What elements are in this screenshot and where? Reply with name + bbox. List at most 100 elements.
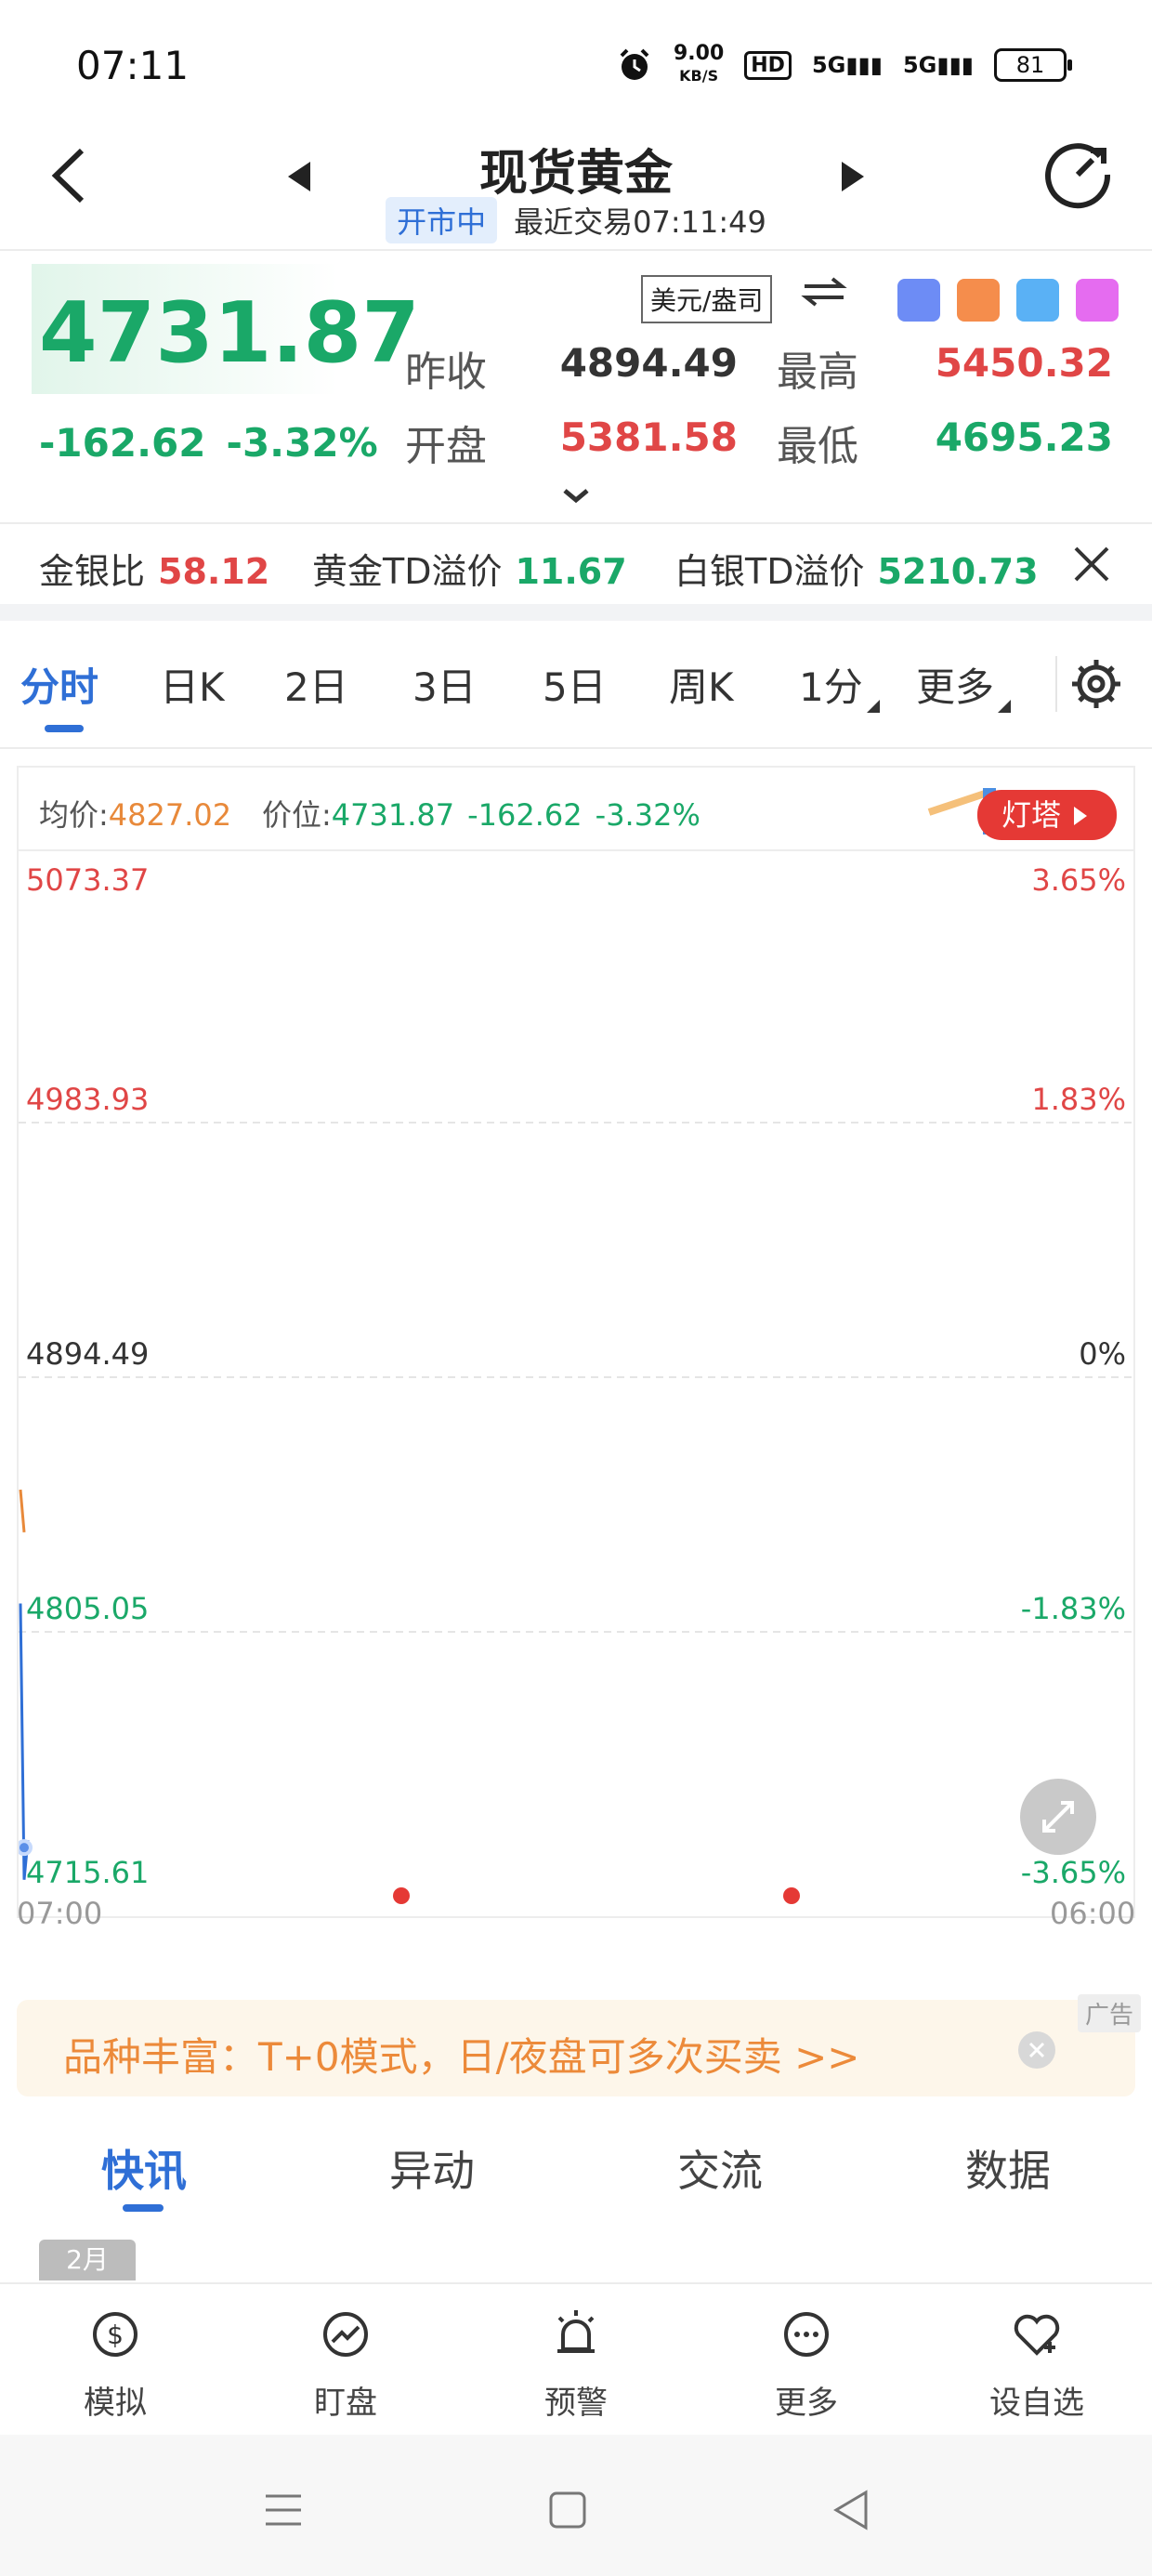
avg-line (19, 1489, 26, 1533)
chart-info-bar: 均价:4827.02 价位:4731.87 -162.62 -3.32% 灯塔 (17, 766, 1135, 849)
more-icon (784, 2312, 829, 2357)
tab-weekly-k[interactable]: 周K (669, 656, 734, 713)
price-chart: 5073.37 3.65% 4983.93 1.83% 4894.49 0% 4805.05… (19, 862, 1133, 1904)
period-tabs: 分时 日K 2日 3日 5日 周K 1分 更多 (0, 628, 1152, 740)
last-point (19, 1839, 33, 1857)
tab-2day[interactable]: 2日 (284, 656, 348, 713)
alarm-icon (557, 2310, 595, 2353)
low-value: 4695.23 (935, 414, 1113, 460)
tab-flash-news[interactable]: 快讯 (0, 2137, 288, 2199)
ratio-item[interactable]: 黄金TD溢价 11.67 (312, 543, 627, 594)
open-label: 开盘 (405, 423, 487, 470)
session-marker (783, 1887, 800, 1904)
y-tick-label-pct: -3.65% (1021, 1855, 1126, 1890)
trade-status-line: 开市中 最近交易07:11:49 (0, 197, 1152, 243)
nav-alert[interactable]: 预警 (461, 2305, 691, 2423)
promo-close-button[interactable] (1018, 2031, 1055, 2069)
month-chip: 2月 (39, 2240, 136, 2280)
change-value: -162.62 (39, 420, 206, 466)
expand-chevron-icon[interactable] (559, 485, 593, 507)
nav-simulate[interactable]: $ 模拟 (0, 2305, 230, 2423)
net-speed: 9.00 KB/S (673, 42, 725, 85)
tab-1min[interactable]: 1分 (799, 656, 880, 713)
tab-intraday[interactable]: 分时 (20, 656, 98, 713)
divider (0, 249, 1152, 251)
y-tick-label: 4715.61 (26, 1855, 149, 1890)
high-label: 最高 (777, 348, 858, 396)
x-tick-label-start: 07:00 (17, 1896, 103, 1931)
header: 现货黄金 开市中 最近交易07:11:49 (0, 130, 1152, 251)
nav-add-watchlist[interactable]: 设自选 (922, 2305, 1152, 2423)
active-tab-indicator (45, 725, 84, 732)
y-tick-label: 4805.05 (26, 1591, 149, 1626)
tab-data[interactable]: 数据 (864, 2137, 1152, 2199)
alarm-icon (620, 48, 649, 80)
tab-more[interactable]: 更多 (916, 656, 1012, 713)
target-tool-icon[interactable] (1076, 279, 1119, 322)
last-price: 4731.87 (39, 284, 420, 382)
y-tick-label-pct: 3.65% (1031, 862, 1126, 898)
svg-text:$: $ (107, 2320, 124, 2350)
price-plot: 5073.37 3.65% 4983.93 1.83% 4894.49 0% 4805.05… (17, 849, 1135, 1918)
y-tick-label-pct: -1.83% (1021, 1591, 1126, 1626)
divider (0, 747, 1152, 749)
y-tick-label: 4983.93 (26, 1082, 149, 1117)
gear-icon[interactable] (1068, 656, 1124, 712)
simulate-icon: $ (93, 2312, 137, 2357)
session-marker (393, 1887, 410, 1904)
lighthouse-tool-icon[interactable] (957, 279, 1000, 322)
ratio-strip: 金银比 58.12 黄金TD溢价 11.67 白银TD溢价 5210.73 (0, 524, 1152, 604)
y-tick-label: 4894.49 (26, 1336, 149, 1372)
heart-add-icon (1014, 2314, 1060, 2356)
news-tabs: 快讯 异动 交流 数据 (0, 2128, 1152, 2230)
tab-discussion[interactable]: 交流 (576, 2137, 864, 2199)
x-tick-label-end: 06:00 (1050, 1896, 1136, 1931)
tab-daily-k[interactable]: 日K (160, 656, 225, 713)
change-percent: -3.32% (226, 420, 378, 466)
swap-icon[interactable] (801, 273, 847, 310)
y-tick-label: 5073.37 (26, 862, 149, 898)
open-value: 5381.58 (559, 414, 738, 460)
high-value: 5450.32 (935, 340, 1113, 386)
watch-chart-icon (323, 2312, 368, 2357)
price-line (19, 1603, 30, 1880)
chart-panel: 均价:4827.02 价位:4731.87 -162.62 -3.32% 灯塔 50… (17, 766, 1135, 1965)
prev-close-value: 4894.49 (559, 340, 738, 386)
last-trade-time: 最近交易07:11:49 (514, 204, 766, 240)
battery-icon: 81 (994, 48, 1072, 82)
tab-3day[interactable]: 3日 (412, 656, 477, 713)
close-icon[interactable] (1068, 541, 1115, 587)
bottom-nav: $ 模拟 盯盘 预警 更多 设自选 (0, 2282, 1152, 2431)
promo-text[interactable]: 品种丰富：T+0模式，日/夜盘可多次买卖 >> (63, 2026, 859, 2083)
home-icon[interactable] (544, 2487, 591, 2533)
divider (1055, 656, 1057, 712)
avg-price-readout: 均价:4827.02 (39, 797, 232, 833)
refresh-icon[interactable] (1039, 134, 1117, 212)
lighthouse-button[interactable]: 灯塔 (977, 790, 1117, 840)
nav-more[interactable]: 更多 (691, 2305, 922, 2423)
pie-tool-icon[interactable] (1016, 279, 1059, 322)
tool-icons (897, 279, 1119, 322)
ratio-item[interactable]: 金银比 58.12 (39, 543, 269, 594)
expand-icon (1042, 1801, 1074, 1833)
tab-5day[interactable]: 5日 (543, 656, 607, 713)
percent-tool-icon[interactable] (897, 279, 940, 322)
back-nav-icon[interactable] (829, 2487, 875, 2533)
y-tick-label-pct: 1.83% (1031, 1082, 1126, 1117)
price-change: -162.62 -3.32% (39, 420, 378, 466)
ratio-item[interactable]: 白银TD溢价 5210.73 (674, 543, 1039, 594)
hd-icon: HD (744, 50, 792, 80)
close-icon (1028, 2042, 1045, 2058)
market-status-badge: 开市中 (386, 197, 498, 243)
fullscreen-button[interactable] (1020, 1779, 1096, 1855)
next-instrument-icon[interactable] (836, 158, 870, 195)
prev-close-label: 昨收 (405, 348, 487, 396)
ad-tag: 广告 (1077, 1994, 1141, 2032)
unit-selector[interactable]: 美元/盎司 (641, 275, 773, 323)
system-nav-bar (0, 2435, 1152, 2576)
tab-movements[interactable]: 异动 (288, 2137, 576, 2199)
nav-watch[interactable]: 盯盘 (230, 2305, 461, 2423)
menu-icon[interactable] (260, 2487, 307, 2533)
position-readout: 价位:4731.87 -162.62 -3.32% (262, 797, 700, 833)
promo-banner[interactable]: 品种丰富：T+0模式，日/夜盘可多次买卖 >> 广告 (17, 1994, 1141, 2096)
